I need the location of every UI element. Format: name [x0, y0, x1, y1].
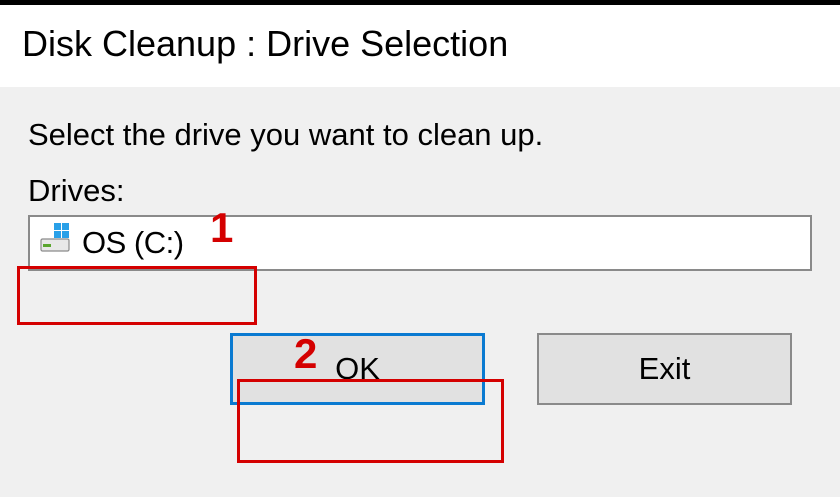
drive-select-wrapper: OS (C:) — [28, 215, 812, 271]
drive-select[interactable]: OS (C:) — [28, 215, 812, 271]
window-title: Disk Cleanup : Drive Selection — [0, 0, 840, 87]
ok-button[interactable]: OK — [230, 333, 485, 405]
exit-button[interactable]: Exit — [537, 333, 792, 405]
dialog-content: Select the drive you want to clean up. D… — [0, 87, 840, 497]
instruction-text: Select the drive you want to clean up. — [28, 117, 812, 153]
drives-label: Drives: — [28, 173, 124, 209]
drive-selected-text: OS (C:) — [82, 225, 800, 261]
drive-os-icon — [40, 223, 72, 261]
button-row: OK Exit — [28, 333, 812, 405]
